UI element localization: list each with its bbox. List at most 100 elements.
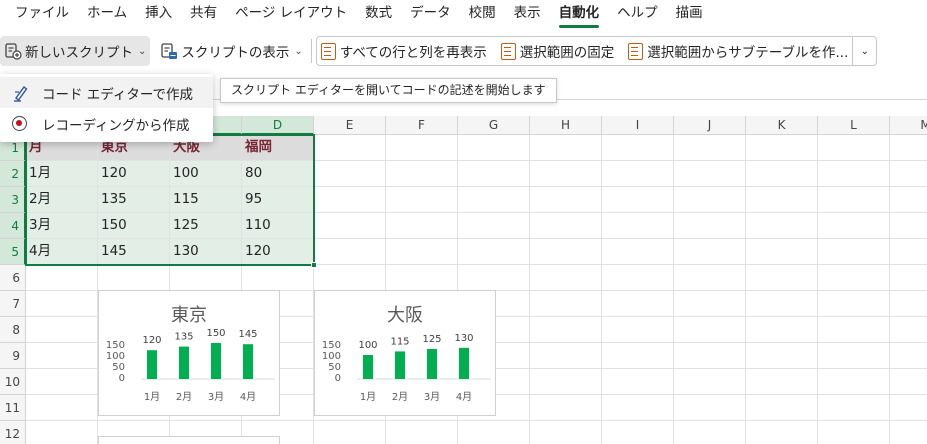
cell[interactable] [602, 239, 674, 265]
cell[interactable] [602, 395, 674, 421]
gallery-item-subtable[interactable]: 選択範囲からサブテーブルを作... [624, 36, 852, 66]
cell[interactable] [890, 213, 927, 239]
cell[interactable] [530, 317, 602, 343]
cell[interactable] [458, 135, 530, 161]
cell[interactable]: 145 [98, 239, 170, 265]
column-header[interactable]: E [314, 116, 386, 135]
cell[interactable] [530, 265, 602, 291]
row-header[interactable]: 2 [0, 161, 26, 187]
cell[interactable] [890, 369, 927, 395]
row-header[interactable]: 10 [0, 369, 26, 395]
cell[interactable]: 135 [98, 187, 170, 213]
cell[interactable] [530, 291, 602, 317]
bar[interactable] [211, 343, 221, 379]
cell[interactable] [674, 395, 746, 421]
bar[interactable] [363, 355, 373, 379]
tab-11[interactable]: 描画 [667, 0, 712, 30]
cell[interactable] [602, 291, 674, 317]
cell[interactable] [386, 135, 458, 161]
gallery-item-freeze-selection[interactable]: 選択範囲の固定 [497, 36, 619, 66]
tab-4[interactable]: ページ レイアウト [226, 0, 356, 30]
cell[interactable] [458, 239, 530, 265]
cell[interactable] [602, 421, 674, 444]
menu-item-code-editor[interactable]: コード エディターで作成 [0, 77, 213, 108]
cell[interactable]: 4月 [26, 239, 98, 265]
chart-osaka[interactable]: 大阪 150 100 50 0 100 1月 115 2月 125 3月 130 4月 [314, 290, 496, 416]
cell[interactable]: 80 [242, 161, 314, 187]
bar[interactable] [427, 349, 437, 379]
bar[interactable] [395, 351, 405, 379]
cell[interactable] [314, 161, 386, 187]
cell[interactable]: 125 [170, 213, 242, 239]
cell[interactable] [890, 239, 927, 265]
cell[interactable] [674, 213, 746, 239]
cell[interactable]: 1月 [26, 161, 98, 187]
cell[interactable] [818, 265, 890, 291]
cell[interactable] [530, 369, 602, 395]
cell[interactable]: 100 [170, 161, 242, 187]
cell[interactable] [674, 343, 746, 369]
cell[interactable]: 130 [170, 239, 242, 265]
cell[interactable] [314, 239, 386, 265]
cell[interactable] [602, 187, 674, 213]
new-script-button[interactable]: 新しいスクリプト ⌄ [0, 36, 151, 66]
gallery-item-unhide-all[interactable]: すべての行と列を再表示 [317, 36, 491, 66]
cell[interactable] [890, 135, 927, 161]
cell[interactable]: 115 [170, 187, 242, 213]
cell[interactable] [818, 369, 890, 395]
cell[interactable] [818, 187, 890, 213]
cell[interactable] [818, 213, 890, 239]
cell[interactable] [458, 265, 530, 291]
cell[interactable] [314, 187, 386, 213]
column-header[interactable]: K [746, 116, 818, 135]
cell[interactable] [386, 265, 458, 291]
cell[interactable] [746, 317, 818, 343]
cell[interactable] [170, 265, 242, 291]
tab-1[interactable]: ホーム [78, 0, 136, 30]
cell[interactable] [26, 395, 98, 421]
row-header[interactable]: 11 [0, 395, 26, 421]
row-header[interactable]: 6 [0, 265, 26, 291]
cell[interactable] [746, 291, 818, 317]
bar[interactable] [459, 347, 469, 379]
cell[interactable]: 120 [98, 161, 170, 187]
column-header[interactable]: I [602, 116, 674, 135]
tab-8[interactable]: 表示 [505, 0, 550, 30]
cell[interactable] [386, 239, 458, 265]
bar[interactable] [179, 346, 189, 379]
cell[interactable] [818, 135, 890, 161]
cell[interactable] [674, 421, 746, 444]
cell[interactable] [242, 265, 314, 291]
cell[interactable] [818, 343, 890, 369]
cell[interactable] [818, 317, 890, 343]
row-header[interactable]: 9 [0, 343, 26, 369]
cell[interactable] [26, 343, 98, 369]
chart-tokyo[interactable]: 東京 150 100 50 0 120 1月 135 2月 150 3月 145 4月 [98, 290, 280, 416]
cell[interactable] [674, 239, 746, 265]
cell[interactable] [746, 135, 818, 161]
cell[interactable] [674, 161, 746, 187]
tab-9[interactable]: 自動化 [550, 0, 609, 30]
cell[interactable] [890, 187, 927, 213]
cell[interactable] [818, 291, 890, 317]
tab-3[interactable]: 共有 [181, 0, 226, 30]
column-header[interactable]: D [242, 116, 314, 135]
cell[interactable] [458, 161, 530, 187]
cell[interactable]: 95 [242, 187, 314, 213]
cell[interactable] [746, 265, 818, 291]
cell[interactable] [314, 213, 386, 239]
bar[interactable] [147, 350, 157, 379]
cell[interactable] [530, 239, 602, 265]
cell[interactable]: 2月 [26, 187, 98, 213]
cell[interactable] [386, 213, 458, 239]
fill-handle[interactable] [311, 262, 317, 268]
cell[interactable] [602, 161, 674, 187]
cell[interactable] [890, 265, 927, 291]
tab-6[interactable]: データ [401, 0, 460, 30]
cell[interactable] [530, 161, 602, 187]
cell[interactable] [314, 135, 386, 161]
tab-2[interactable]: 挿入 [136, 0, 181, 30]
cell[interactable] [26, 265, 98, 291]
cell[interactable] [458, 421, 530, 444]
cell[interactable] [890, 421, 927, 444]
